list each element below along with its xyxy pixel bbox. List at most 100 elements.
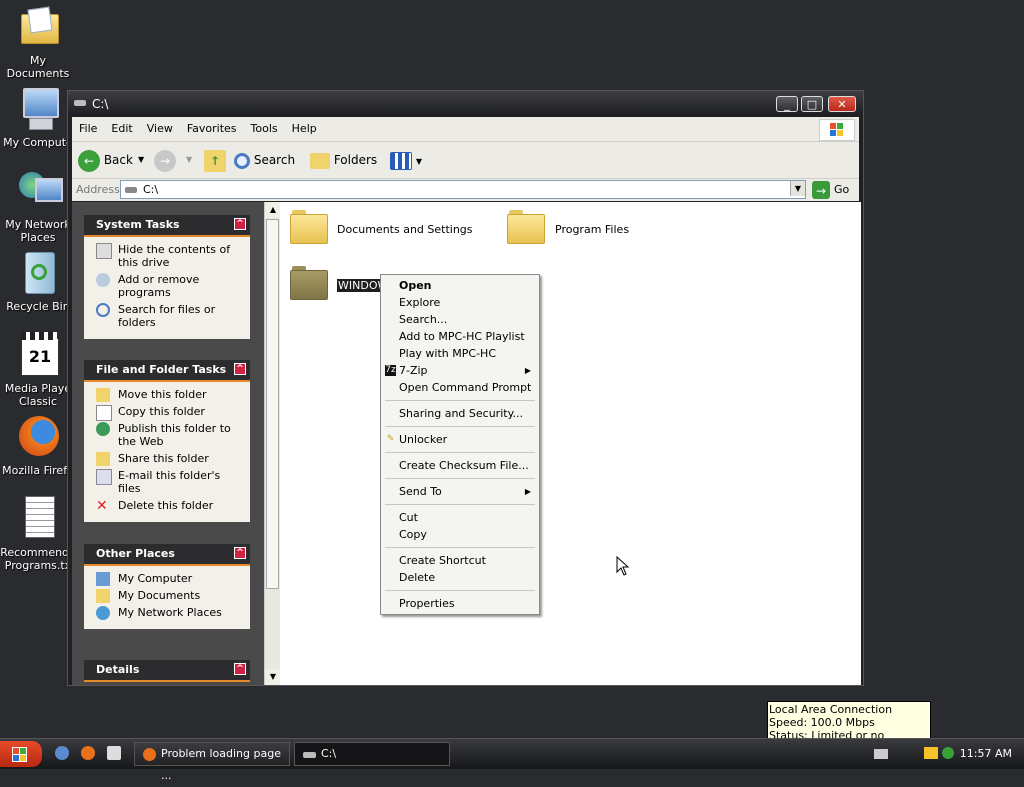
details-header[interactable]: Details ^ bbox=[84, 660, 250, 682]
folder-label-program-files[interactable]: Program Files bbox=[555, 223, 629, 236]
scroll-up-icon[interactable]: ▲ bbox=[265, 202, 281, 218]
panel-title: File and Folder Tasks bbox=[96, 363, 227, 376]
menu-item-add-to-playlist[interactable]: Add to MPC-HC Playlist bbox=[381, 328, 539, 345]
forward-button[interactable]: → bbox=[154, 148, 176, 172]
search-icon bbox=[234, 152, 250, 169]
go-button[interactable]: → Go bbox=[812, 180, 849, 200]
collapse-icon[interactable]: ^ bbox=[234, 363, 246, 375]
task-publish-folder[interactable]: Publish this folder to the Web bbox=[94, 422, 242, 448]
task-copy-folder[interactable]: Copy this folder bbox=[94, 405, 242, 421]
task-hide-drive-contents[interactable]: Hide the contents of this drive bbox=[94, 243, 242, 269]
address-dropdown-icon[interactable]: ▼ bbox=[790, 181, 805, 196]
task-pane-scrollbar[interactable]: ▲ ▼ bbox=[264, 202, 281, 685]
views-button[interactable]: ▼ bbox=[390, 148, 422, 172]
menu-favorites[interactable]: Favorites bbox=[180, 117, 244, 141]
scroll-thumb[interactable] bbox=[266, 219, 279, 589]
desktop-icon-my-computer[interactable]: My Compute bbox=[0, 86, 76, 149]
quicklaunch-firefox-icon[interactable] bbox=[81, 746, 95, 760]
menu-file[interactable]: File bbox=[72, 117, 104, 141]
menu-item-delete[interactable]: Delete bbox=[381, 569, 539, 586]
menu-item-properties[interactable]: Properties bbox=[381, 595, 539, 612]
drive-icon bbox=[303, 752, 316, 758]
collapse-icon[interactable]: ^ bbox=[234, 663, 246, 675]
desktop-icon-text-file[interactable]: Recommende Programs.tx bbox=[0, 496, 76, 572]
desktop-icon-recycle-bin[interactable]: Recycle Bin bbox=[0, 250, 76, 313]
publish-web-icon bbox=[96, 422, 110, 436]
maximize-button[interactable]: □ bbox=[801, 96, 823, 112]
folder-label-documents-and-settings[interactable]: Documents and Settings bbox=[337, 223, 473, 236]
task-delete-folder[interactable]: ✕ Delete this folder bbox=[94, 499, 242, 513]
system-tasks-panel: System Tasks ^ Hide the contents of this … bbox=[84, 215, 250, 339]
add-remove-programs-icon bbox=[96, 273, 110, 287]
collapse-icon[interactable]: ^ bbox=[234, 218, 246, 230]
menu-help[interactable]: Help bbox=[285, 117, 324, 141]
forward-dropdown-icon[interactable]: ▼ bbox=[186, 148, 192, 172]
clock[interactable]: 11:57 AM bbox=[960, 747, 1012, 760]
folders-button[interactable]: Folders bbox=[310, 148, 377, 172]
menu-view[interactable]: View bbox=[140, 117, 180, 141]
folder-icon[interactable] bbox=[290, 210, 328, 244]
address-input[interactable]: C:\ bbox=[120, 180, 806, 199]
my-computer-icon bbox=[96, 572, 110, 586]
other-places-header[interactable]: Other Places ^ bbox=[84, 544, 250, 566]
menu-tools[interactable]: Tools bbox=[244, 117, 285, 141]
place-my-computer[interactable]: My Computer bbox=[94, 572, 242, 586]
scroll-down-icon[interactable]: ▼ bbox=[265, 669, 281, 685]
back-dropdown-icon[interactable]: ▼ bbox=[138, 148, 144, 172]
menu-item-cut[interactable]: Cut bbox=[381, 509, 539, 526]
desktop-icon-network-places[interactable]: My Network Places bbox=[0, 168, 76, 244]
tray-app-icon[interactable] bbox=[942, 747, 954, 759]
quicklaunch-media-player-icon[interactable] bbox=[107, 746, 121, 760]
network-places-icon bbox=[15, 168, 63, 214]
search-button[interactable]: Search bbox=[234, 148, 295, 172]
file-folder-tasks-header[interactable]: File and Folder Tasks ^ bbox=[84, 360, 250, 382]
system-tasks-header[interactable]: System Tasks ^ bbox=[84, 215, 250, 237]
menu-edit[interactable]: Edit bbox=[104, 117, 139, 141]
task-search-files[interactable]: Search for files or folders bbox=[94, 303, 242, 329]
taskbar-button-firefox[interactable]: Problem loading page ... bbox=[134, 742, 290, 782]
task-move-folder[interactable]: Move this folder bbox=[94, 388, 242, 402]
menu-item-create-shortcut[interactable]: Create Shortcut bbox=[381, 552, 539, 569]
menu-item-explore[interactable]: Explore bbox=[381, 294, 539, 311]
menu-item-7zip[interactable]: 7z 7-Zip ▶ bbox=[381, 362, 539, 379]
menu-item-open-command-prompt[interactable]: Open Command Prompt bbox=[381, 379, 539, 396]
taskbar-button-label: C:\ bbox=[321, 747, 337, 760]
desktop-icon-label: Recycle Bin bbox=[6, 300, 70, 313]
place-my-network-places[interactable]: My Network Places bbox=[94, 606, 242, 620]
taskbar-button-explorer[interactable]: C:\ bbox=[294, 742, 450, 766]
keyboard-icon[interactable] bbox=[874, 749, 888, 759]
menu-item-search[interactable]: Search... bbox=[381, 311, 539, 328]
mouse-cursor-icon bbox=[616, 555, 630, 579]
task-email-files[interactable]: E-mail this folder's files bbox=[94, 469, 242, 495]
desktop-icon-media-player-classic[interactable]: 21 Media Playe Classic bbox=[0, 332, 76, 408]
quicklaunch-ie-icon[interactable] bbox=[55, 746, 69, 760]
task-share-folder[interactable]: Share this folder bbox=[94, 452, 242, 466]
menu-item-create-checksum[interactable]: Create Checksum File... bbox=[381, 457, 539, 474]
minimize-button[interactable]: _ bbox=[776, 96, 798, 112]
desktop-icon-label: Media Playe Classic bbox=[4, 382, 72, 408]
my-documents-icon bbox=[15, 4, 61, 50]
start-button[interactable] bbox=[0, 741, 42, 767]
menu-item-play-with-mpc[interactable]: Play with MPC-HC bbox=[381, 345, 539, 362]
title-bar[interactable]: C:\ _ □ ✕ bbox=[68, 91, 863, 117]
close-button[interactable]: ✕ bbox=[828, 96, 856, 112]
collapse-icon[interactable]: ^ bbox=[234, 547, 246, 559]
context-menu: Open Explore Search... Add to MPC-HC Pla… bbox=[380, 274, 540, 615]
drive-icon bbox=[125, 187, 137, 193]
desktop-icon-my-documents[interactable]: My Documents bbox=[0, 4, 76, 80]
task-add-remove-programs[interactable]: Add or remove programs bbox=[94, 273, 242, 299]
desktop-icon-firefox[interactable]: Mozilla Firefo bbox=[0, 414, 76, 477]
back-button[interactable]: ← Back bbox=[78, 148, 133, 172]
up-folder-button[interactable]: ↑ bbox=[204, 148, 226, 172]
menu-item-unlocker[interactable]: ✎ Unlocker bbox=[381, 431, 539, 448]
folder-icon[interactable] bbox=[507, 210, 545, 244]
windows-logo-icon bbox=[819, 119, 855, 141]
address-bar: Address C:\ ▼ → Go bbox=[72, 179, 859, 201]
folder-icon-selected[interactable] bbox=[290, 266, 328, 300]
place-my-documents[interactable]: My Documents bbox=[94, 589, 242, 603]
network-warning-icon[interactable] bbox=[924, 747, 938, 759]
menu-item-sharing-security[interactable]: Sharing and Security... bbox=[381, 405, 539, 422]
menu-item-open[interactable]: Open bbox=[381, 277, 539, 294]
menu-item-send-to[interactable]: Send To ▶ bbox=[381, 483, 539, 500]
menu-item-copy[interactable]: Copy bbox=[381, 526, 539, 543]
